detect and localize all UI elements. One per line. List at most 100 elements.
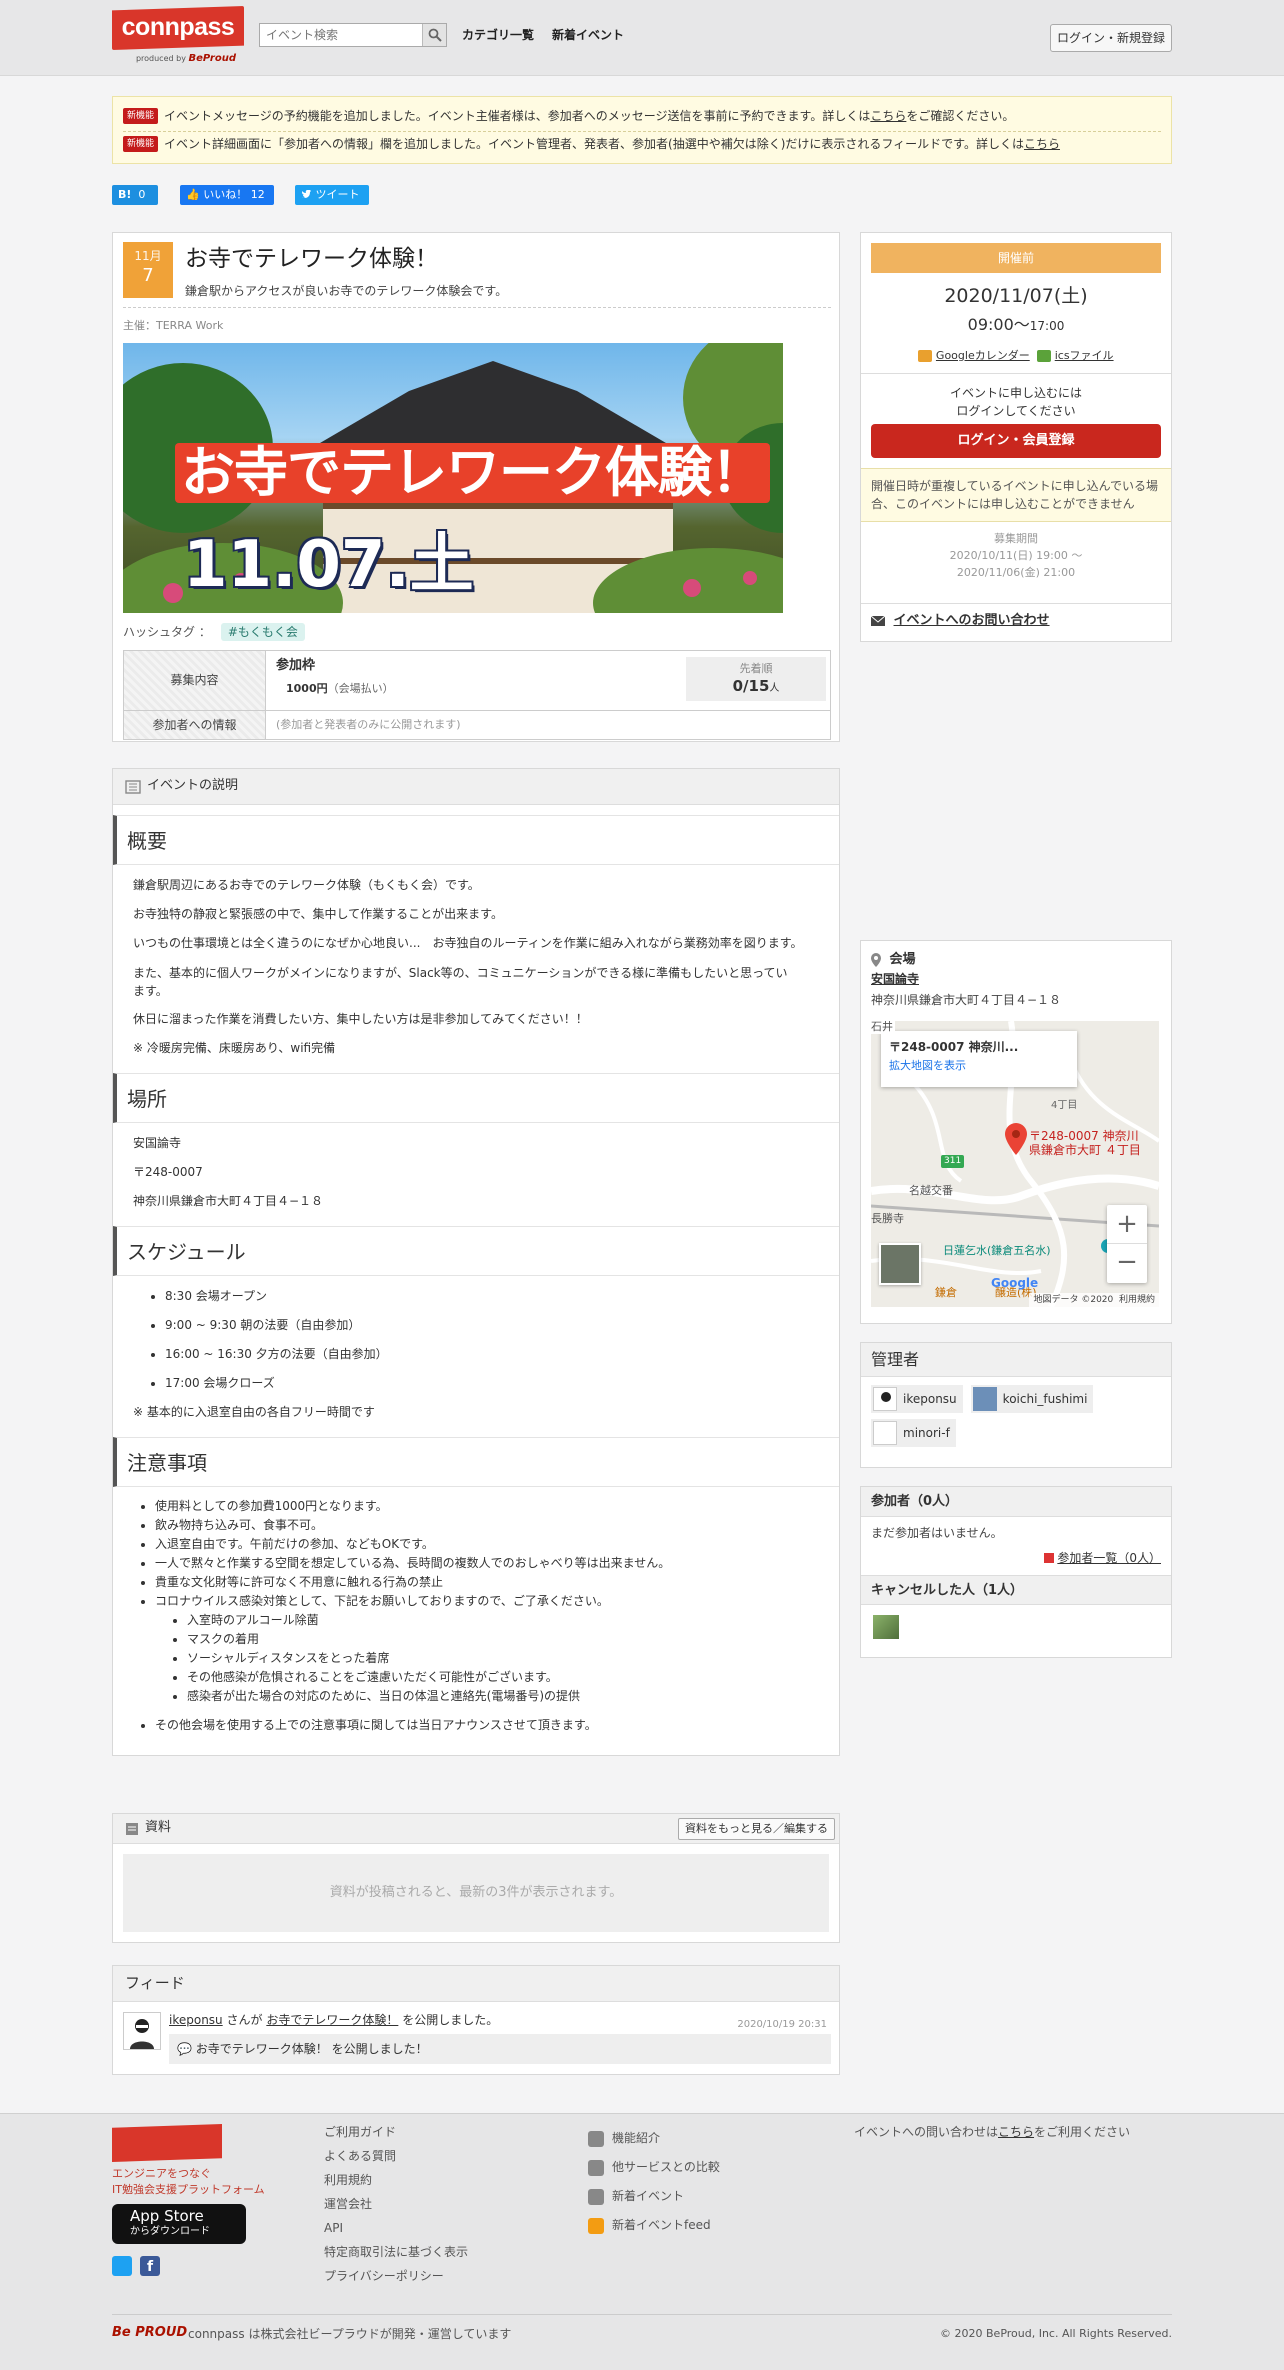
footer-contact-link[interactable]: こちら bbox=[998, 2125, 1034, 2139]
venue-name-link[interactable]: 安国論寺 bbox=[861, 969, 1171, 990]
notes-item: 使用料としての参加費1000円となります。 bbox=[155, 1497, 839, 1516]
hatena-icon: B! bbox=[118, 188, 132, 202]
ics-file-link[interactable]: icsファイル bbox=[1055, 349, 1114, 362]
footer-link-new-events[interactable]: 新着イベント bbox=[588, 2182, 720, 2211]
new-feature-badge: 新機能 bbox=[123, 108, 159, 124]
nav-categories[interactable]: カテゴリ一覧 bbox=[462, 27, 534, 44]
map-terms-link[interactable]: 利用規約 bbox=[1119, 1295, 1155, 1305]
footer-contact-text: イベントへの問い合わせは bbox=[854, 2125, 999, 2139]
schedule-note: ※ 基本的に入退室自由の各自フリー時間です bbox=[133, 1405, 375, 1419]
search-input[interactable] bbox=[260, 24, 422, 46]
event-status-label: 開催前 bbox=[871, 243, 1161, 273]
thumbs-up-icon: 👍 bbox=[186, 188, 200, 202]
map-label-chosho: 長勝寺 bbox=[871, 1212, 904, 1225]
avatar-person-icon bbox=[130, 2019, 154, 2049]
map-pin-icon bbox=[1005, 1123, 1027, 1155]
footer-about: connpass は株式会社ビープラウドが開発・運営しています bbox=[188, 2327, 512, 2341]
feed-user-link[interactable]: ikeponsu bbox=[169, 2013, 223, 2027]
hashtag-link[interactable]: #もくもく会 bbox=[220, 623, 305, 641]
event-date: 2020/11/07(土) bbox=[944, 285, 1088, 307]
schedule-list: 8:30 会場オープン 9:00 ~ 9:30 朝の法要（自由参加） 16:00… bbox=[113, 1276, 839, 1398]
footer-link-features[interactable]: 機能紹介 bbox=[588, 2124, 720, 2153]
footer-link-feed[interactable]: 新着イベントfeed bbox=[588, 2211, 720, 2240]
admin-name: koichi_fushimi bbox=[1002, 1391, 1088, 1406]
footer-link[interactable]: プライバシーポリシー bbox=[324, 2264, 468, 2288]
admin-name: minori-f bbox=[903, 1425, 950, 1440]
notice-text: イベント詳細画面に「参加者への情報」欄を追加しました。イベント管理者、発表者、参… bbox=[164, 136, 1024, 151]
footer-logo[interactable] bbox=[112, 2124, 222, 2162]
site-footer: エンジニアをつなぐ IT勉強会支援プラットフォーム App Store からダウン… bbox=[0, 2113, 1284, 2370]
footer-link[interactable]: 特定商取引法に基づく表示 bbox=[324, 2240, 468, 2264]
connpass-logo[interactable]: connpass produced by BeProud bbox=[112, 6, 244, 66]
footer-link[interactable]: 利用規約 bbox=[324, 2168, 468, 2192]
search-button[interactable] bbox=[422, 24, 446, 46]
feed-comment: 💬 お寺でテレワーク体験！ を公開しました！ bbox=[169, 2034, 831, 2064]
map-label-route: 311 bbox=[941, 1155, 965, 1168]
notice-link[interactable]: こちら bbox=[870, 105, 906, 127]
map-pin-label: 〒248-0007 神奈川 bbox=[1029, 1129, 1139, 1143]
event-month: 11月 bbox=[134, 249, 162, 263]
period-label: 募集期間 bbox=[994, 532, 1038, 546]
organizer: 主催：TERRA Work bbox=[123, 319, 224, 332]
frame-price: 1000円 bbox=[286, 682, 328, 696]
hatena-bookmark-button[interactable]: B! 0 bbox=[112, 185, 158, 205]
covid-item: マスクの着用 bbox=[187, 1630, 839, 1649]
footer-link-label: 新着イベントfeed bbox=[612, 2218, 711, 2232]
facebook-like-button[interactable]: 👍 いいね！ 12 bbox=[180, 185, 274, 205]
schedule-item: 16:00 ~ 16:30 夕方の法要（自由参加） bbox=[165, 1340, 839, 1369]
zoom-in-icon[interactable]: + bbox=[1107, 1205, 1147, 1244]
participants-list-link[interactable]: 参加者一覧（0人） bbox=[1057, 1551, 1161, 1565]
map-data-credit: 地図データ ©2020 bbox=[1033, 1295, 1114, 1305]
google-calendar-link[interactable]: Googleカレンダー bbox=[936, 349, 1030, 362]
schedule-item: 8:30 会場オープン bbox=[165, 1282, 839, 1311]
notes-item: その他会場を使用する上での注意事項に関しては当日アナウンスさせて頂きます。 bbox=[155, 1716, 839, 1735]
footer-link[interactable]: ご利用ガイド bbox=[324, 2120, 468, 2144]
cancelled-user-avatar[interactable] bbox=[873, 1614, 899, 1639]
footer-link[interactable]: よくある質問 bbox=[324, 2144, 468, 2168]
map-label-nichiren: 日蓮乞水(鎌倉五名水) bbox=[943, 1244, 1051, 1257]
admin-user[interactable]: minori-f bbox=[871, 1419, 956, 1447]
map-popup-title: 〒248-0007 神奈川... bbox=[889, 1040, 1019, 1054]
footer-link-label: 機能紹介 bbox=[612, 2131, 661, 2145]
info-label: 参加者への情報 bbox=[124, 711, 266, 739]
venue-panel: 会場 安国論寺 神奈川県鎌倉市大町４丁目４−１８ 〒248-0007 神奈川..… bbox=[860, 940, 1172, 1324]
twitter-icon[interactable] bbox=[112, 2256, 132, 2276]
event-summary-card: 11月 7 お寺でテレワーク体験！ 鎌倉駅からアクセスが良いお寺でのテレワーク体… bbox=[112, 232, 840, 742]
covid-item: ソーシャルディスタンスをとった着席 bbox=[187, 1649, 839, 1668]
notice-text: イベントメッセージの予約機能を追加しました。イベント主催者様は、参加者へのメッセ… bbox=[164, 109, 871, 123]
login-register-button[interactable]: ログイン・新規登録 bbox=[1050, 24, 1172, 52]
notes-heading: 注意事項 bbox=[113, 1437, 839, 1487]
event-description-card: イベントの説明 概要 鎌倉駅周辺にあるお寺でのテレワーク体験（もくもく会）です。… bbox=[112, 768, 840, 1756]
footer-link[interactable]: 運営会社 bbox=[324, 2192, 468, 2216]
overview-line: 休日に溜まった作業を消費したい方、集中したい方は是非参加してみてください！！ bbox=[133, 1012, 588, 1026]
venue-map[interactable]: 〒248-0007 神奈川... 拡大地図を表示 石井 4丁目 〒248-000… bbox=[871, 1021, 1159, 1307]
feed-time: 2020/10/19 20:31 bbox=[737, 2019, 827, 2030]
materials-more-button[interactable]: 資料をもっと見る／編集する bbox=[678, 1817, 835, 1840]
tweet-button[interactable]: ツイート bbox=[295, 185, 369, 205]
nav-new-events[interactable]: 新着イベント bbox=[552, 27, 624, 44]
place-line: 安国論寺 bbox=[133, 1136, 182, 1150]
notice-text-after: をご確認ください。 bbox=[906, 109, 1015, 123]
beproud-logo[interactable]: Be PROUD bbox=[112, 2324, 187, 2342]
footer-link-compare[interactable]: 他サービスとの比較 bbox=[588, 2153, 720, 2182]
frame-count: 0/15 bbox=[732, 677, 770, 696]
login-register-apply-button[interactable]: ログイン・会員登録 bbox=[871, 424, 1161, 459]
notes-item: 一人で黙々と作業する空間を想定している為、長時間の複数人でのおしゃべり等は出来ま… bbox=[155, 1554, 839, 1573]
place-line: 神奈川県鎌倉市大町４丁目４−１８ bbox=[133, 1194, 324, 1208]
rss-icon bbox=[588, 2217, 604, 2234]
facebook-icon[interactable]: f bbox=[140, 2256, 160, 2276]
admin-user[interactable]: ikeponsu bbox=[871, 1385, 963, 1413]
satellite-toggle[interactable] bbox=[879, 1243, 921, 1285]
overview-line: また、基本的に個人ワークがメインになりますが、Slack等の、コミュニケーション… bbox=[133, 966, 788, 998]
site-header: connpass produced by BeProud カテゴリ一覧 新着イベ… bbox=[0, 0, 1284, 76]
app-store-button[interactable]: App Store からダウンロード bbox=[112, 2204, 246, 2244]
map-enlarge-link[interactable]: 拡大地図を表示 bbox=[881, 1056, 1077, 1075]
admin-user[interactable]: koichi_fushimi bbox=[970, 1385, 1094, 1413]
apply-line: イベントに申し込むには bbox=[949, 386, 1082, 401]
event-contact-link[interactable]: イベントへのお問い合わせ bbox=[894, 613, 1050, 628]
zoom-out-icon[interactable]: − bbox=[1107, 1244, 1147, 1282]
notice-link[interactable]: こちら bbox=[1024, 133, 1060, 155]
feed-user-avatar[interactable] bbox=[123, 2012, 161, 2050]
footer-link[interactable]: API bbox=[324, 2216, 468, 2240]
feed-event-link[interactable]: お寺でテレワーク体験！ bbox=[266, 2013, 398, 2027]
